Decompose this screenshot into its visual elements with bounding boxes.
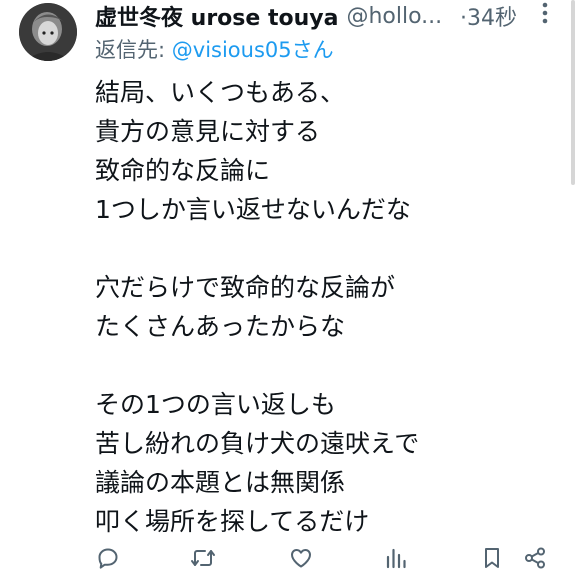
replying-to-label: 返信先:	[95, 38, 172, 62]
post-text-line: 貴方の意見に対する	[95, 117, 321, 146]
post-text: 結局、いくつもある、 貴方の意見に対する 致命的な反論に 1つしか言い返せないん…	[95, 73, 419, 541]
action-bar	[0, 545, 575, 575]
post-text-line: 苦し紛れの負け犬の遠吠えで	[95, 429, 420, 458]
post-text-line: 致命的な反論に	[95, 156, 271, 185]
post-text-line	[95, 346, 419, 385]
post-text-line: たくさんあったからな	[95, 312, 346, 341]
post-text-line: 1つしか言い返せないんだな	[95, 195, 411, 224]
replying-to: 返信先: @visious05さん	[95, 34, 334, 64]
user-handle[interactable]: @hollo...	[346, 4, 442, 29]
post-text-line	[95, 229, 419, 268]
post: 虚世冬夜 urose touya @hollo... ·34秒 返信先: @vi…	[0, 0, 575, 575]
bookmark-icon[interactable]	[479, 545, 505, 571]
like-icon[interactable]	[288, 545, 314, 571]
post-text-line: 結局、いくつもある、	[95, 78, 346, 107]
more-options-icon[interactable]	[536, 0, 554, 26]
reply-icon[interactable]	[95, 545, 121, 571]
scrollbar[interactable]	[571, 0, 575, 185]
post-text-line: 穴だらけで致命的な反論が	[95, 273, 396, 302]
display-name[interactable]: 虚世冬夜 urose touya	[95, 0, 338, 32]
post-time[interactable]: ·34秒	[460, 0, 517, 32]
post-text-line: 議論の本題とは無関係	[95, 468, 346, 497]
avatar[interactable]	[19, 3, 77, 61]
views-icon[interactable]	[383, 545, 409, 571]
replying-to-mention[interactable]: @visious05さん	[172, 38, 334, 62]
share-icon[interactable]	[522, 545, 548, 571]
post-text-line: その1つの言い返しも	[95, 390, 336, 419]
avatar-image	[19, 3, 77, 61]
post-text-line: 叩く場所を探してるだけ	[95, 507, 370, 536]
repost-icon[interactable]	[190, 545, 216, 571]
